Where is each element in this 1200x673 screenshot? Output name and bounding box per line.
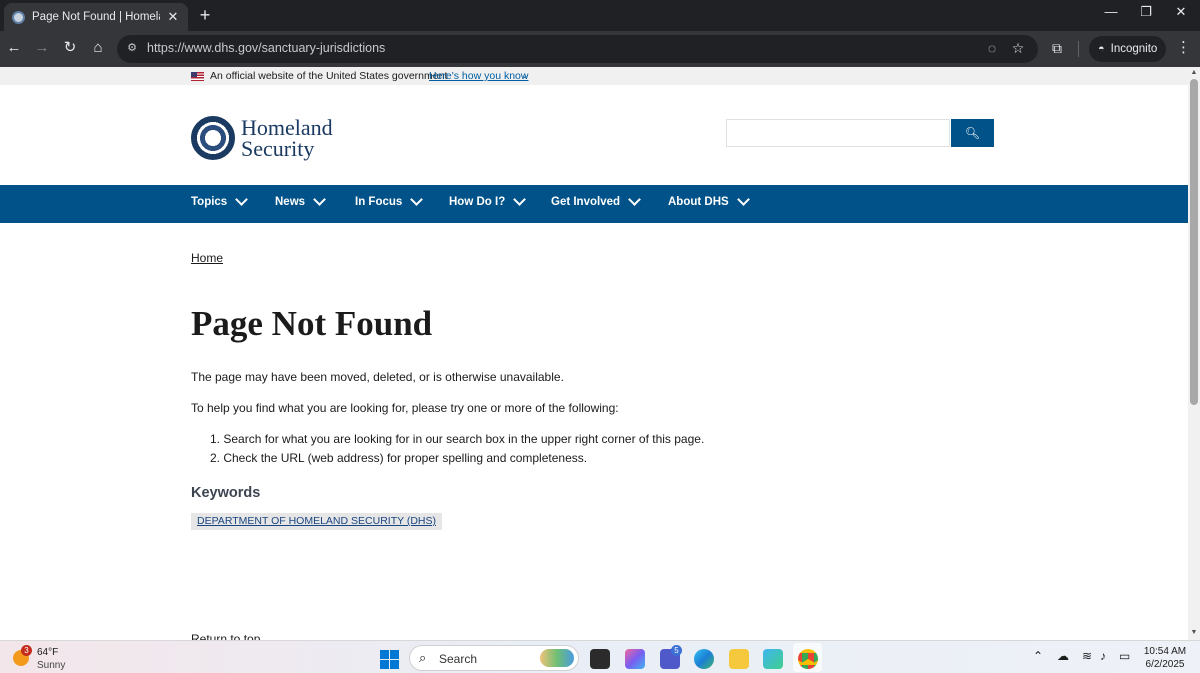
chevron-down-icon bbox=[513, 193, 527, 206]
file-explorer-icon[interactable] bbox=[729, 649, 749, 669]
taskbar-search-box[interactable]: ⌕ Search bbox=[409, 645, 579, 671]
close-window-button[interactable]: ✕ bbox=[1171, 4, 1191, 20]
incognito-label: Incognito bbox=[1110, 43, 1158, 55]
back-icon[interactable]: ← bbox=[5, 39, 23, 57]
chevron-down-icon bbox=[410, 193, 424, 206]
scroll-up-icon[interactable]: ▲ bbox=[1188, 69, 1200, 76]
gov-banner: An official website of the United States… bbox=[0, 67, 1188, 85]
taskbar-search-label: Search bbox=[439, 652, 478, 666]
incognito-profile-button[interactable]: ◓ Incognito bbox=[1089, 36, 1166, 62]
star-icon[interactable]: ☆ bbox=[1009, 40, 1027, 57]
page-title: Page Not Found bbox=[191, 304, 433, 343]
clock-time[interactable]: 10:54 AM bbox=[1142, 646, 1188, 657]
nav-topics[interactable]: Topics bbox=[191, 193, 249, 208]
forward-icon[interactable]: → bbox=[33, 39, 51, 57]
chevron-down-icon bbox=[736, 193, 750, 206]
task-view-icon[interactable] bbox=[590, 649, 610, 669]
chevron-down-icon bbox=[313, 193, 326, 206]
nav-about-dhs[interactable]: About DHS bbox=[668, 193, 750, 208]
scroll-down-icon[interactable]: ▼ bbox=[1188, 629, 1200, 636]
site-info-icon[interactable]: ⚙ bbox=[125, 41, 139, 55]
nav-news-label: News bbox=[275, 196, 306, 208]
incognito-icon: ◓ bbox=[1098, 43, 1105, 55]
weather-app-icon[interactable] bbox=[763, 649, 783, 669]
browser-tab-strip: Page Not Found | Homeland Security ✕ + —… bbox=[0, 0, 1200, 31]
nav-news[interactable]: News bbox=[275, 193, 326, 208]
site-logo-text[interactable]: Homeland Security bbox=[241, 115, 333, 161]
dhs-favicon-icon bbox=[12, 10, 25, 24]
search-button[interactable]: 🔍︎ bbox=[951, 119, 994, 147]
chevron-down-icon bbox=[235, 193, 249, 206]
chrome-icon[interactable] bbox=[798, 649, 818, 669]
browser-tab[interactable]: Page Not Found | Homeland Security ✕ bbox=[4, 3, 188, 31]
nav-in-focus[interactable]: In Focus bbox=[355, 193, 424, 208]
nav-in-focus-label: In Focus bbox=[355, 196, 403, 208]
list-item: 2. Check the URL (web address) for prope… bbox=[210, 451, 588, 465]
volume-icon[interactable]: ♪ bbox=[1100, 649, 1106, 663]
keyword-tag-link[interactable]: DEPARTMENT OF HOMELAND SECURITY (DHS) bbox=[191, 513, 442, 530]
nav-get-involved[interactable]: Get Involved bbox=[551, 193, 641, 208]
message-paragraph: The page may have been moved, deleted, o… bbox=[191, 370, 564, 384]
gov-banner-text: An official website of the United States… bbox=[210, 70, 448, 82]
battery-icon[interactable]: ▭ bbox=[1119, 649, 1130, 663]
help-paragraph: To help you find what you are looking fo… bbox=[191, 401, 619, 415]
browser-toolbar: ← → ↻ ⌂ ⚙ https://www.dhs.gov/sanctuary-… bbox=[0, 31, 1200, 67]
menu-icon[interactable]: ⋮ bbox=[1176, 38, 1191, 56]
scrollbar-thumb[interactable] bbox=[1190, 79, 1198, 405]
restore-button[interactable]: ❐ bbox=[1136, 4, 1156, 20]
url-text[interactable]: https://www.dhs.gov/sanctuary-jurisdicti… bbox=[147, 41, 385, 55]
us-flag-icon bbox=[191, 72, 204, 81]
tab-title: Page Not Found | Homeland Security bbox=[32, 11, 160, 23]
heres-how-you-know-link[interactable]: Here's how you know bbox=[429, 70, 528, 82]
dhs-seal-logo[interactable] bbox=[191, 116, 235, 160]
weather-temperature[interactable]: 64°F bbox=[37, 647, 58, 658]
new-tab-button[interactable]: + bbox=[196, 5, 214, 26]
breadcrumb-home-link[interactable]: Home bbox=[191, 251, 223, 265]
weather-description[interactable]: Sunny bbox=[37, 660, 65, 671]
onedrive-cloud-icon[interactable]: ☁ bbox=[1057, 649, 1069, 663]
chevron-down-icon bbox=[628, 193, 641, 206]
logo-line-2: Security bbox=[241, 136, 315, 161]
reload-icon[interactable]: ↻ bbox=[61, 39, 79, 57]
copilot-icon[interactable] bbox=[625, 649, 645, 669]
logo-line-1: Homeland bbox=[241, 115, 333, 140]
teams-notification-badge: 5 bbox=[671, 645, 682, 656]
windows-taskbar: 3 64°F Sunny ⌕ Search 5 ⌃ ☁ ≋ ♪ ▭ 10:54 … bbox=[0, 640, 1200, 673]
windows-start-icon[interactable] bbox=[380, 650, 399, 669]
return-to-top-link[interactable]: Return to top bbox=[191, 632, 260, 640]
wifi-icon[interactable]: ≋ bbox=[1082, 649, 1092, 663]
toolbar-divider bbox=[1078, 41, 1079, 57]
edge-icon[interactable] bbox=[694, 649, 714, 669]
main-navigation: Topics News In Focus How Do I? Get Invol… bbox=[0, 185, 1188, 223]
keywords-heading: Keywords bbox=[191, 485, 261, 501]
nav-how-do-i-label: How Do I? bbox=[449, 196, 506, 208]
page-scrollbar[interactable]: ▲ ▼ bbox=[1188, 67, 1200, 640]
search-icon: 🔍︎ bbox=[964, 126, 981, 140]
chevron-down-icon[interactable]: ⌄ bbox=[521, 70, 529, 81]
eye-off-icon[interactable]: ◌ bbox=[983, 40, 1001, 56]
minimize-button[interactable]: — bbox=[1101, 4, 1121, 19]
chevron-up-icon[interactable]: ⌃ bbox=[1033, 649, 1043, 663]
nav-about-dhs-label: About DHS bbox=[668, 196, 729, 208]
clock-date[interactable]: 6/2/2025 bbox=[1142, 659, 1188, 670]
address-bar[interactable]: ⚙ https://www.dhs.gov/sanctuary-jurisdic… bbox=[117, 35, 1038, 63]
nav-get-involved-label: Get Involved bbox=[551, 196, 621, 208]
home-icon[interactable]: ⌂ bbox=[89, 39, 107, 57]
nav-topics-label: Topics bbox=[191, 196, 228, 208]
search-icon: ⌕ bbox=[419, 650, 427, 665]
weather-notification-badge: 3 bbox=[21, 645, 32, 656]
page-viewport: An official website of the United States… bbox=[0, 67, 1188, 640]
search-highlight-image bbox=[540, 649, 574, 667]
site-search-input[interactable] bbox=[726, 119, 950, 147]
list-item: 1. Search for what you are looking for i… bbox=[210, 432, 705, 446]
nav-how-do-i[interactable]: How Do I? bbox=[449, 193, 527, 208]
tab-close-button[interactable]: ✕ bbox=[166, 9, 180, 25]
tab-search-icon[interactable]: ⧉ bbox=[1048, 40, 1066, 57]
